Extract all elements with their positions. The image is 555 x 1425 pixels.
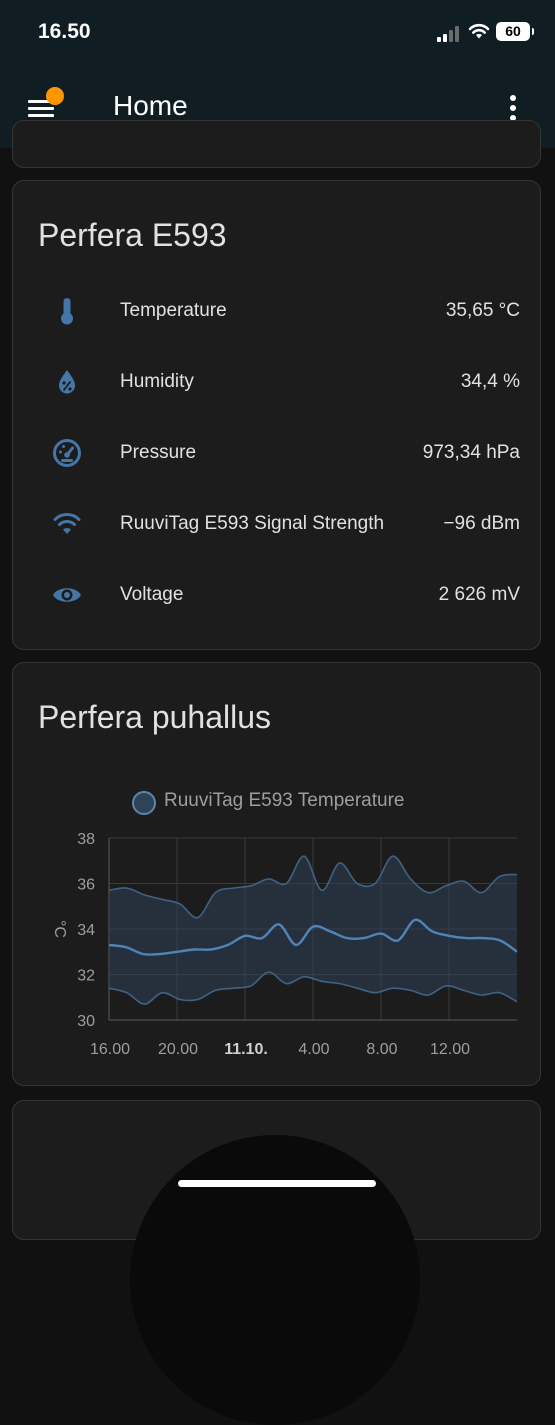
chart-card: Perfera puhallus — [12, 662, 541, 1086]
battery-icon: 60 — [496, 22, 534, 41]
pressure-value: 973,34 hPa — [422, 442, 520, 463]
temperature-label: Temperature — [120, 300, 227, 321]
temperature-row[interactable]: Temperature 35,65 °C — [13, 291, 542, 331]
humidity-value: 34,4 % — [460, 371, 520, 392]
water-percent-icon — [59, 370, 75, 394]
voltage-label: Voltage — [120, 584, 184, 605]
home-indicator — [178, 1180, 376, 1187]
previous-card — [12, 120, 541, 168]
voltage-row[interactable]: Voltage 2 626 mV — [13, 575, 542, 615]
gauge-icon — [53, 439, 81, 467]
sensor-card-title: Perfera E593 — [38, 217, 227, 253]
chart-card-title: Perfera puhallus — [38, 699, 272, 735]
voltage-value: 2 626 mV — [438, 584, 520, 605]
eye-icon — [53, 588, 81, 602]
gauge-dial — [130, 1135, 420, 1425]
temperature-value: 35,65 °C — [445, 300, 520, 321]
pressure-row[interactable]: Pressure 973,34 hPa — [13, 433, 542, 473]
wifi-status-icon — [468, 23, 490, 39]
page-title: Home — [113, 90, 188, 121]
status-time: 16.50 — [38, 20, 91, 43]
signal-strength-value: −96 dBm — [443, 513, 520, 534]
humidity-label: Humidity — [120, 371, 194, 392]
status-bar: 16.50 60 — [0, 0, 555, 66]
signal-strength-row[interactable]: RuuviTag E593 Signal Strength −96 dBm — [13, 504, 542, 544]
thermometer-icon — [61, 298, 73, 325]
legend-label: RuuviTag E593 Temperature — [164, 790, 405, 811]
cellular-signal-icon — [437, 26, 463, 42]
notification-badge — [46, 87, 64, 105]
wifi-icon — [53, 513, 81, 534]
humidity-row[interactable]: Humidity 34,4 % — [13, 362, 542, 402]
pressure-label: Pressure — [120, 442, 197, 463]
battery-level: 60 — [505, 23, 521, 39]
sensor-card: Perfera E593 Temperature 35,65 °C Humidi… — [12, 180, 541, 650]
signal-strength-label: RuuviTag E593 Signal Strength — [120, 513, 385, 534]
legend-swatch — [132, 791, 156, 815]
